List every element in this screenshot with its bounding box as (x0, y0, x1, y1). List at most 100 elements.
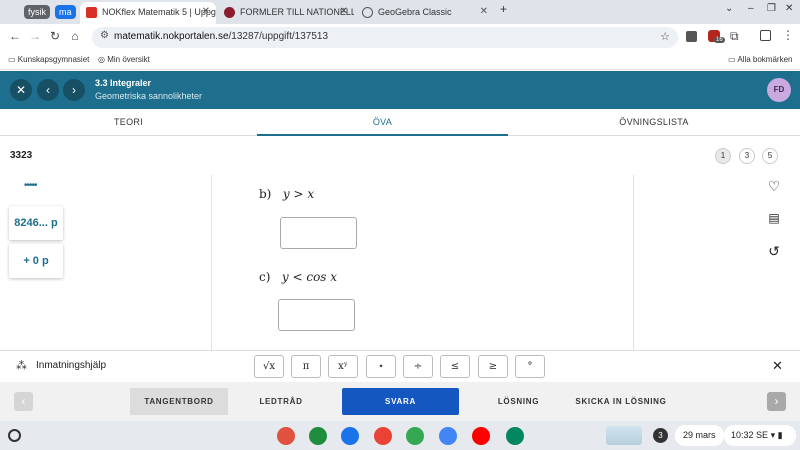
part-op: > (293, 187, 304, 201)
close-tab-icon[interactable]: ✕ (340, 2, 348, 22)
youtube-icon[interactable] (472, 427, 490, 445)
address-toolbar: ← → ↻ ⌂ ⚙ matematik.nokportalen.se/13287… (0, 24, 800, 50)
task-number: 3323 (10, 150, 33, 161)
pi-key[interactable]: π (291, 355, 321, 378)
chevron-left-icon[interactable]: ‹ (14, 392, 33, 411)
chrome-icon[interactable] (406, 427, 424, 445)
chevron-right-icon[interactable]: › (63, 79, 85, 101)
close-icon[interactable]: ✕ (10, 79, 32, 101)
tab-ova[interactable]: ÖVA (257, 109, 508, 136)
tab-title: NOKflex Matematik 5 | Uppgift (102, 7, 216, 17)
action-bar: ‹ TANGENTBORD LEDTRÅD SVARA LÖSNING SKIC… (0, 382, 800, 421)
greater-equal-key[interactable]: ≥ (478, 355, 508, 378)
input-help-label: Inmatningshjälp (36, 360, 107, 371)
close-tab-icon[interactable]: ✕ (202, 2, 210, 22)
answer-input-b[interactable] (280, 217, 357, 249)
power-key[interactable]: xʸ (328, 355, 358, 378)
formler-favicon-icon (224, 7, 235, 18)
bookmark-star-icon[interactable]: ☆ (660, 30, 670, 43)
bookmark-label: Kunskapsgymnasiet (17, 55, 90, 64)
browser-tab-geogebra[interactable]: GeoGebra Classic ✕ (356, 2, 494, 24)
extension-badge: 16 (714, 37, 725, 43)
submit-solution-button[interactable]: SKICKA IN LÖSNING (572, 388, 670, 415)
history-icon[interactable]: ↺ (764, 241, 784, 261)
docs-icon[interactable] (439, 427, 457, 445)
puzzle-extensions-icon[interactable]: ⧉ (730, 29, 739, 44)
close-input-help-icon[interactable]: ✕ (772, 358, 783, 374)
browser-tab-formler[interactable]: FORMLER TILL NATIONELLT PR ✕ (218, 2, 354, 24)
browser-tab-strip: fysik ma NOKflex Matematik 5 | Uppgift ✕… (0, 0, 800, 24)
menu-kebab-icon[interactable]: ⋮ (782, 28, 794, 42)
bookmarks-bar: ▭ Kunskapsgymnasiet ◎ Min översikt ▭ All… (0, 50, 800, 70)
answer-input-c[interactable] (278, 299, 355, 331)
extension-icon[interactable] (686, 31, 697, 42)
new-tab-button[interactable]: + (500, 2, 507, 16)
all-bookmarks-label: Alla bokmärken (737, 55, 793, 64)
browser-tab-nokflex[interactable]: NOKflex Matematik 5 | Uppgift ✕ (80, 2, 216, 24)
back-arrow-icon[interactable]: ← (8, 29, 22, 43)
section-subtitle: Geometriska sannolikheter (95, 91, 203, 101)
play-store-icon[interactable] (506, 427, 524, 445)
part-b-label: b) y > x (259, 187, 314, 201)
divide-key[interactable]: ÷ (403, 355, 433, 378)
chevron-right-icon[interactable]: › (767, 392, 786, 411)
avatar[interactable]: FD (767, 78, 791, 102)
degree-key[interactable]: ° (515, 355, 545, 378)
bookmark-kunskapsgymnasiet[interactable]: ▭ Kunskapsgymnasiet (8, 55, 89, 64)
part-rhs: cos x (306, 270, 338, 284)
part-rhs: x (307, 187, 315, 201)
sqrt-key[interactable]: √x (254, 355, 284, 378)
multiply-key[interactable]: ⋆ (366, 355, 396, 378)
page-chip-1[interactable]: 1 (715, 148, 731, 164)
tab-title: FORMLER TILL NATIONELLT PR (240, 7, 354, 17)
reload-icon[interactable]: ↻ (48, 29, 62, 43)
gmail-icon[interactable] (374, 427, 392, 445)
app-red-icon[interactable] (277, 427, 295, 445)
forward-arrow-icon[interactable]: → (28, 29, 42, 43)
bookmark-min-oversikt[interactable]: ◎ Min översikt (98, 55, 150, 64)
part-var: y (282, 187, 290, 201)
clock: 10:32 (731, 430, 754, 440)
app-header: ✕ ‹ › 3.3 Integraler Geometriska sannoli… (0, 71, 800, 109)
part-op: < (292, 270, 303, 284)
close-tab-icon[interactable]: ✕ (480, 2, 488, 22)
score-panel: ••••• 8246... p + 0 p (9, 172, 63, 278)
input-help-icon: ⁂ (16, 360, 27, 372)
classroom-icon[interactable] (309, 427, 327, 445)
files-icon[interactable] (341, 427, 359, 445)
tab-group-ma[interactable]: ma (55, 5, 76, 19)
hint-button[interactable]: LEDTRÅD (236, 388, 326, 415)
tab-ovningslista[interactable]: ÖVNINGSLISTA (508, 109, 800, 136)
screen-capture-thumbnail[interactable] (606, 426, 642, 445)
all-bookmarks-button[interactable]: ▭ Alla bokmärken (728, 55, 792, 64)
notes-icon[interactable]: ▤ (764, 208, 784, 228)
heart-icon[interactable]: ♡ (764, 176, 784, 196)
chevron-left-icon[interactable]: ‹ (37, 79, 59, 101)
page-chip-5[interactable]: 5 (762, 148, 778, 164)
tab-teori[interactable]: TEORI (0, 109, 257, 136)
tab-search-button[interactable]: ⌄ (725, 3, 733, 14)
date-display[interactable]: 29 mars (675, 425, 724, 446)
notification-badge[interactable]: 3 (653, 428, 668, 443)
answer-button[interactable]: SVARA (342, 388, 459, 415)
section-title: 3.3 Integraler (95, 78, 152, 88)
system-tray[interactable]: 10:32 SE ▾ ▮ (724, 425, 796, 446)
solution-button[interactable]: LÖSNING (476, 388, 561, 415)
nokflex-favicon-icon (86, 7, 97, 18)
globe-icon: ◎ (98, 55, 108, 64)
page-chip-3[interactable]: 3 (739, 148, 755, 164)
close-window-button[interactable]: ✕ (785, 3, 793, 14)
url-host: matematik.nokportalen.se (114, 31, 229, 42)
keyboard-button[interactable]: TANGENTBORD (130, 388, 228, 415)
site-info-icon[interactable]: ⚙ (100, 30, 109, 41)
less-equal-key[interactable]: ≤ (440, 355, 470, 378)
home-icon[interactable]: ⌂ (68, 29, 82, 43)
side-panel-icon[interactable] (760, 30, 771, 41)
launcher-icon[interactable] (8, 429, 21, 442)
os-taskbar: 3 29 mars 10:32 SE ▾ ▮ (0, 421, 800, 450)
minimize-button[interactable]: – (748, 3, 754, 14)
maximize-button[interactable]: ❐ (767, 3, 776, 14)
tab-group-fysik[interactable]: fysik (24, 5, 50, 19)
exercise-area: b) y > x c) y < cos x (211, 175, 634, 351)
url-bar[interactable]: ⚙ matematik.nokportalen.se/13287/uppgift… (92, 27, 678, 48)
